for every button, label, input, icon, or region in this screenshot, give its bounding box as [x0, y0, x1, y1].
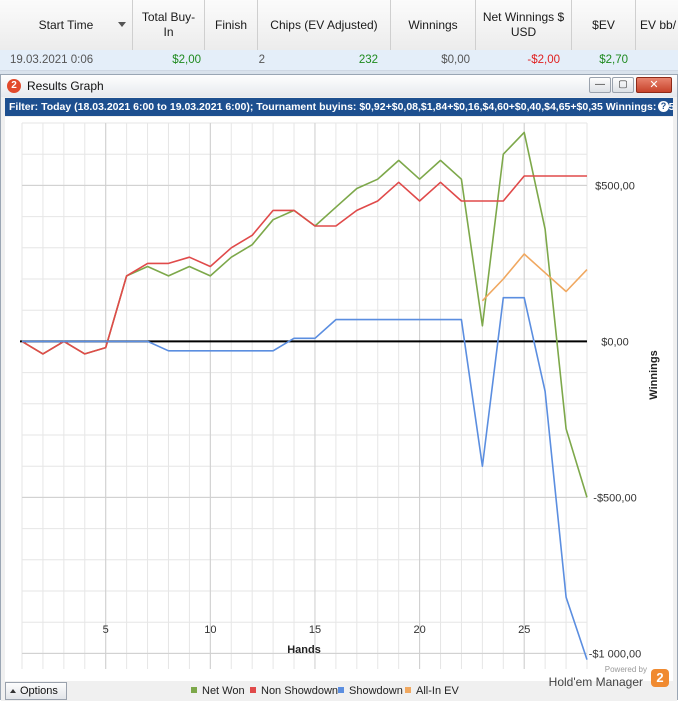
- series-line-2: [22, 296, 588, 660]
- col-sev[interactable]: $EV: [572, 0, 636, 50]
- cell-total-buyin: $2,00: [172, 54, 201, 66]
- legend-label: Non Showdown: [261, 685, 339, 697]
- legend-label: Net Won: [202, 685, 245, 697]
- col-winnings[interactable]: Winnings: [391, 0, 476, 50]
- col-start-time-label: Start Time: [38, 17, 94, 32]
- legend-label: Showdown: [349, 685, 403, 697]
- graph-plot-area: 5 10 15 20 25 $500,00 $0,00 -$500,00 -$1 000,00 H…: [5, 117, 673, 681]
- cell-net-winnings: -$2,00: [527, 54, 560, 66]
- hm2-brand-logo-icon: 2: [651, 669, 669, 687]
- maximize-button[interactable]: ▢: [612, 77, 634, 93]
- legend-swatch: [191, 687, 197, 693]
- options-button[interactable]: Options: [5, 682, 67, 700]
- powered-by-text: Powered by: [604, 665, 647, 674]
- series-line-1: [21, 175, 587, 355]
- options-label: Options: [20, 685, 58, 697]
- legend-item[interactable]: Non Showdown: [250, 685, 338, 697]
- y-tick-label: -$500,00: [593, 492, 636, 504]
- col-finish[interactable]: Finish: [205, 0, 258, 50]
- table-row[interactable]: 19.03.2021 0:06 $2,00 2 232 $0,00 -$2,00…: [0, 50, 678, 71]
- cell-start-time: 19.03.2021 0:06: [10, 54, 94, 66]
- x-tick-label: 20: [413, 624, 425, 636]
- legend-item[interactable]: All-In EV: [405, 685, 459, 697]
- x-tick-label: 15: [309, 624, 321, 636]
- series-line-0: [21, 131, 588, 498]
- help-icon[interactable]: ?: [658, 101, 669, 112]
- legend-swatch: [250, 687, 256, 693]
- window-titlebar[interactable]: 2 Results Graph — ▢ ✕: [1, 75, 677, 97]
- cell-chips: 232: [358, 54, 378, 66]
- legend-swatch: [338, 687, 344, 693]
- filter-bar[interactable]: Filter: Today (18.03.2021 6:00 to 19.03.…: [5, 98, 673, 116]
- brand-name: Hold'em Manager: [548, 675, 643, 689]
- col-ev-bb-label: EV bb/: [640, 17, 677, 32]
- col-net-winnings-label: Net Winnings $ USD: [482, 10, 565, 39]
- legend-item[interactable]: Net Won: [191, 685, 245, 697]
- results-table-header: Start Time Total Buy-In Finish Chips (EV…: [0, 0, 678, 51]
- col-chips-label: Chips (EV Adjusted): [270, 17, 378, 32]
- col-net-winnings[interactable]: Net Winnings $ USD: [476, 0, 572, 50]
- window-title: Results Graph: [27, 79, 104, 93]
- col-total-buyin-label: Total Buy-In: [141, 10, 196, 39]
- minimize-button[interactable]: —: [589, 77, 611, 93]
- y-tick-label: -$1 000,00: [589, 648, 642, 660]
- legend-swatch: [405, 687, 411, 693]
- legend-item[interactable]: Showdown: [338, 685, 403, 697]
- x-tick-label: 5: [103, 624, 109, 636]
- x-axis-label: Hands: [287, 644, 321, 656]
- y-tick-label: $0,00: [601, 336, 629, 348]
- x-tick-label: 10: [204, 624, 216, 636]
- col-finish-label: Finish: [214, 17, 247, 32]
- col-start-time[interactable]: Start Time: [0, 0, 133, 50]
- col-sev-label: $EV: [592, 17, 615, 32]
- series-line-3: [481, 253, 588, 302]
- powered-by-badge: Powered by Hold'em Manager 2: [549, 665, 669, 689]
- col-total-buyin[interactable]: Total Buy-In: [133, 0, 205, 50]
- col-ev-bb[interactable]: EV bb/: [636, 0, 678, 50]
- legend-label: All-In EV: [416, 685, 459, 697]
- y-axis-label: Winnings: [648, 350, 660, 399]
- col-chips[interactable]: Chips (EV Adjusted): [258, 0, 391, 50]
- cell-sev: $2,70: [599, 54, 628, 66]
- cell-winnings: $0,00: [441, 54, 470, 66]
- graph-footer: Options Net Won Non Showdown Showdown All-I…: [1, 665, 677, 701]
- results-chart: 5 10 15 20 25 $500,00 $0,00 -$500,00 -$1 000,00 H…: [20, 122, 660, 669]
- results-graph-window: 2 Results Graph — ▢ ✕ Filter: Today (18.…: [0, 74, 678, 701]
- hm2-logo-icon: 2: [7, 79, 21, 93]
- y-tick-label: $500,00: [595, 180, 635, 192]
- col-winnings-label: Winnings: [408, 17, 458, 32]
- filter-text: Filter: Today (18.03.2021 6:00 to 19.03.…: [9, 101, 673, 113]
- sort-arrow-icon[interactable]: [118, 22, 126, 27]
- caret-up-icon: [10, 689, 16, 693]
- x-tick-label: 25: [518, 624, 530, 636]
- close-button[interactable]: ✕: [636, 77, 672, 93]
